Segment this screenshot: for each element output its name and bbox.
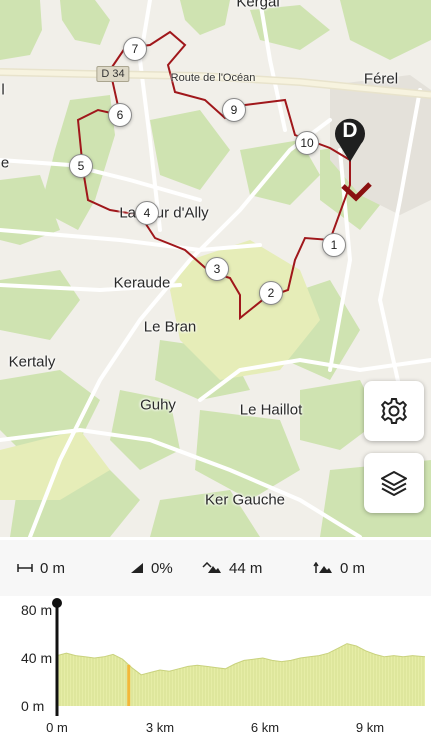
- place-label-keraude: Keraude: [113, 274, 171, 292]
- x-tick-label: 9 km: [355, 720, 385, 735]
- waypoint-2[interactable]: 2: [259, 281, 283, 305]
- place-label-edge-e: e: [0, 154, 10, 172]
- place-label-guhy: Guhy: [140, 396, 176, 414]
- settings-button[interactable]: [364, 381, 424, 441]
- place-label-le-haillot: Le Haillot: [239, 401, 303, 419]
- waypoint-10[interactable]: 10: [295, 131, 319, 155]
- elevation-area: [57, 643, 425, 706]
- start-marker[interactable]: D: [334, 117, 366, 163]
- x-tick-label: 6 km: [250, 720, 280, 735]
- stat-ascent: 44 m: [202, 557, 262, 579]
- map-view[interactable]: Kergal Férel La Tour d'Ally Keraude Le B…: [0, 0, 431, 537]
- road-shield: D 34: [96, 66, 130, 82]
- waypoint-9[interactable]: 9: [222, 98, 246, 122]
- ascent-icon: [202, 562, 221, 573]
- elevation-chart[interactable]: [0, 596, 431, 737]
- stat-descent: 0 m: [313, 557, 365, 579]
- slope-icon: [131, 563, 143, 573]
- layers-button[interactable]: [364, 453, 424, 513]
- place-label-le-bran: Le Bran: [143, 318, 197, 336]
- stat-ascent-value: 44 m: [229, 559, 263, 577]
- road-label: Route de l'Océan: [170, 72, 256, 84]
- waypoint-6[interactable]: 6: [108, 103, 132, 127]
- position-cursor-handle[interactable]: [52, 598, 62, 608]
- place-label-kergal: Kergal: [236, 0, 280, 11]
- stat-grade: 0%: [130, 557, 173, 579]
- stat-grade-value: 0%: [151, 559, 173, 577]
- waypoint-3[interactable]: 3: [205, 257, 229, 281]
- waypoint-7[interactable]: 7: [123, 37, 147, 61]
- stats-bar: 0 m 0% 44 m 0 m: [0, 540, 431, 596]
- x-tick-label: 3 km: [145, 720, 175, 735]
- place-label-kertaly: Kertaly: [8, 353, 56, 371]
- place-label-ker-gauche: Ker Gauche: [204, 491, 286, 509]
- start-marker-label: D: [342, 119, 358, 142]
- layers-icon: [381, 471, 407, 496]
- place-label-ferel: Férel: [363, 70, 399, 88]
- place-label-edge-l: l: [1, 81, 5, 99]
- gear-icon: [380, 398, 408, 424]
- waypoint-4[interactable]: 4: [135, 201, 159, 225]
- descent-icon: [313, 562, 332, 573]
- stat-distance-value: 0 m: [40, 559, 66, 577]
- stat-distance: 0 m: [17, 557, 65, 579]
- distance-icon: [17, 564, 33, 572]
- waypoint-1[interactable]: 1: [322, 233, 346, 257]
- x-tick-label: 0 m: [46, 720, 68, 735]
- place-label-la-tour-d-ally: La Tour d'Ally: [119, 204, 209, 222]
- waypoint-5[interactable]: 5: [69, 154, 93, 178]
- stat-descent-value: 0 m: [340, 559, 366, 577]
- elevation-profile[interactable]: 80 m 40 m 0 m 0 m 3 km 6 km 9 km: [0, 596, 431, 737]
